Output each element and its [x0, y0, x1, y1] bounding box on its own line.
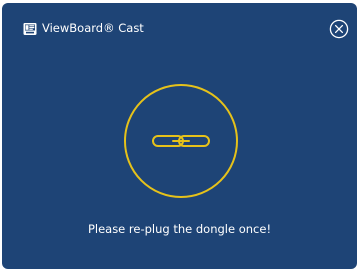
close-button[interactable] — [329, 19, 349, 39]
close-circle-icon — [329, 19, 349, 39]
status-ring — [123, 83, 239, 199]
viewboard-cast-icon — [23, 21, 37, 35]
title-bar: ViewBoard® Cast — [2, 3, 357, 47]
cast-dialog-window: ViewBoard® Cast Please re-plug the dongl… — [2, 3, 357, 269]
window-title: ViewBoard® Cast — [42, 21, 144, 35]
link-chain-icon — [152, 135, 210, 147]
replug-message: Please re-plug the dongle once! — [87, 222, 272, 236]
